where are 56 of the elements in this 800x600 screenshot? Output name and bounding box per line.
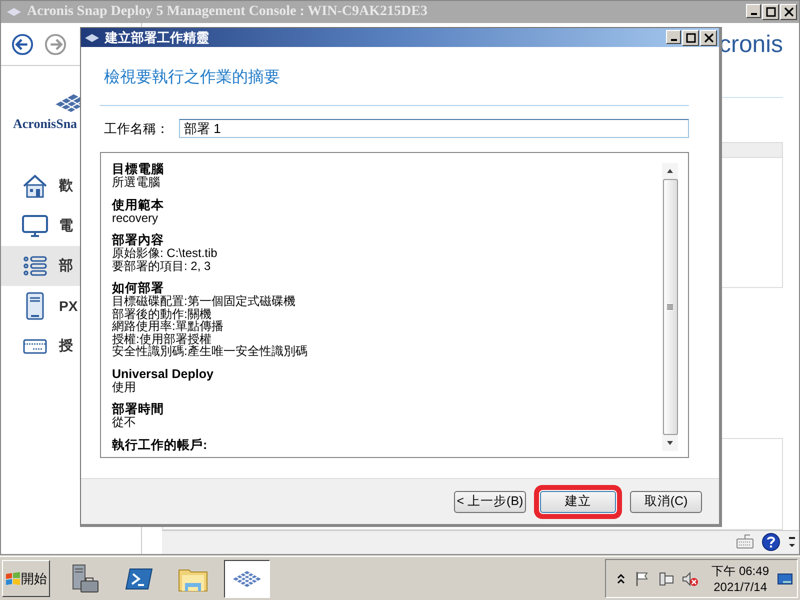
windows-logo-icon: [5, 570, 21, 586]
window-title: Acronis Snap Deploy 5 Management Console : WIN-C9AK215DE3: [27, 4, 428, 20]
dialog-button[interactable]: 取消(C): [630, 490, 702, 512]
summary-line: 部署後的動作:關機: [112, 308, 212, 320]
summary-line: 授權:使用部署授權: [112, 332, 212, 345]
page-heading: 檢視要執行之作業的摘要: [104, 68, 281, 88]
summary-line: recovery: [112, 212, 158, 224]
job-name-label: 工作名稱：: [104, 120, 169, 138]
summary-heading: Universal Deploy: [112, 368, 214, 380]
summary-line: 安全性識別碼:產生唯一安全性識別碼: [112, 345, 308, 358]
back-icon[interactable]: [11, 32, 34, 56]
close-button[interactable]: [780, 4, 797, 20]
maximize-button[interactable]: [762, 4, 779, 20]
minimize-button[interactable]: [666, 30, 681, 44]
forward-icon[interactable]: [44, 32, 67, 56]
scroll-up-icon[interactable]: [666, 168, 674, 174]
network-icon[interactable]: [658, 570, 674, 586]
app-logo-icon: [85, 34, 99, 42]
clock-time: 下午 06:49: [712, 562, 769, 578]
clock[interactable]: 下午 06:49 2021/7/14: [712, 562, 769, 594]
dialog-title: 建立部署工作精靈: [105, 28, 209, 46]
summary-heading: 部署內容: [112, 234, 165, 247]
summary-heading: 使用範本: [112, 198, 165, 212]
close-icon: [702, 32, 714, 44]
app-logo-icon: [7, 8, 21, 16]
minimize-icon: [670, 38, 676, 40]
flag-icon[interactable]: [634, 570, 650, 586]
clock-date: 2021/7/14: [714, 578, 767, 594]
show-desktop-icon[interactable]: [777, 570, 793, 586]
summary-heading: 執行工作的帳戶:: [112, 438, 208, 452]
summary-line: 使用: [112, 380, 137, 393]
close-button[interactable]: [700, 30, 717, 46]
minimize-icon: [750, 13, 756, 15]
scrollbar[interactable]: [662, 163, 678, 451]
close-icon: [782, 6, 794, 18]
summary-line: 網路使用率:單點傳播: [112, 320, 224, 332]
summary-heading: 部署時間: [112, 403, 165, 416]
summary-heading: 目標電腦: [112, 163, 165, 176]
maximize-button[interactable]: [682, 30, 699, 46]
minimize-button[interactable]: [746, 4, 761, 18]
summary-line: 所選電腦: [112, 176, 161, 188]
summary-line: 目標磁碟配置:第一個固定式磁碟機: [112, 295, 296, 308]
dialog-button[interactable]: < 上一步(B): [454, 490, 526, 512]
help-icon[interactable]: [761, 532, 781, 552]
scroll-thumb[interactable]: [662, 179, 678, 435]
product-logo-text: AcronisSna: [13, 116, 78, 132]
maximize-icon: [684, 32, 696, 44]
monitor-icon: [21, 212, 49, 240]
taskbar-app[interactable]: [224, 560, 270, 598]
maximize-icon: [764, 6, 776, 18]
house-icon: [21, 172, 49, 200]
start-button[interactable]: 開始: [2, 560, 50, 597]
summary-line: 從不: [112, 416, 137, 428]
job-name-field[interactable]: 部署 1: [179, 119, 689, 138]
scroll-down-icon[interactable]: [666, 440, 674, 446]
muted-speaker-icon[interactable]: [682, 570, 698, 586]
